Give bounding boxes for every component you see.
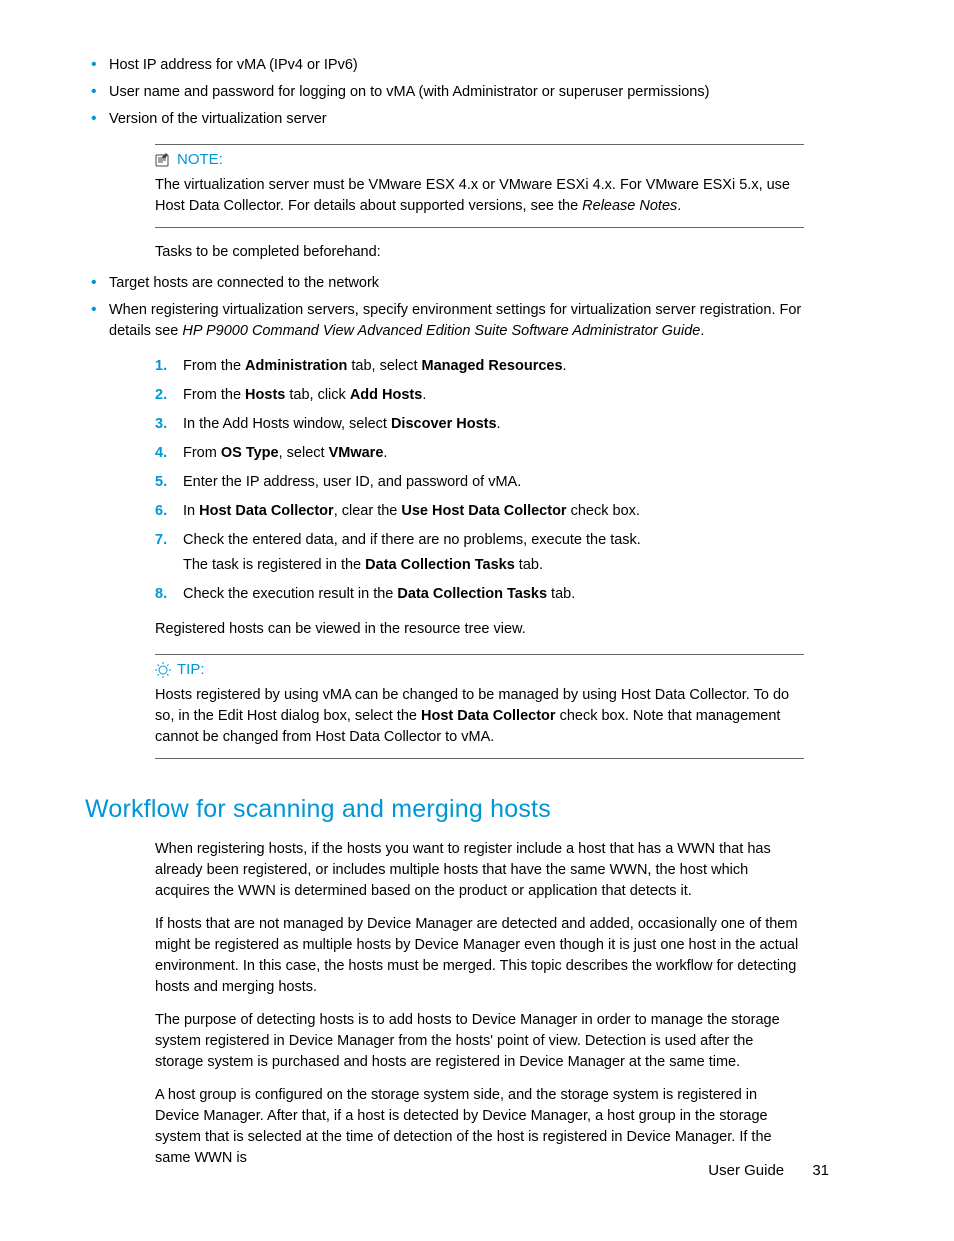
tasks-list: Target hosts are connected to the networ… — [85, 273, 804, 342]
body-paragraph: The purpose of detecting hosts is to add… — [155, 1010, 804, 1073]
after-steps-text: Registered hosts can be viewed in the re… — [155, 619, 804, 640]
page-footer: User Guide 31 — [708, 1160, 829, 1182]
list-item: Version of the virtualization server — [85, 109, 804, 130]
page-number: 31 — [812, 1162, 829, 1179]
note-label: NOTE: — [177, 149, 223, 171]
step-item: From OS Type, select VMware. — [155, 443, 804, 464]
body-paragraph: If hosts that are not managed by Device … — [155, 914, 804, 998]
tip-label: TIP: — [177, 659, 205, 681]
list-item: Target hosts are connected to the networ… — [85, 273, 804, 294]
body-paragraph: A host group is configured on the storag… — [155, 1085, 804, 1169]
list-item: When registering virtualization servers,… — [85, 300, 804, 342]
tip-callout: TIP: Hosts registered by using vMA can b… — [155, 654, 804, 759]
steps-list: From the Administration tab, select Mana… — [155, 356, 804, 605]
step-item: Enter the IP address, user ID, and passw… — [155, 472, 804, 493]
body-paragraph: When registering hosts, if the hosts you… — [155, 839, 804, 902]
note-callout: NOTE: The virtualization server must be … — [155, 144, 804, 228]
tip-icon — [155, 662, 171, 678]
page: Host IP address for vMA (IPv4 or IPv6) U… — [0, 0, 954, 1241]
tip-body: Hosts registered by using vMA can be cha… — [155, 685, 804, 748]
section-title: Workflow for scanning and merging hosts — [85, 791, 804, 827]
note-icon — [155, 153, 171, 167]
step-item: Check the execution result in the Data C… — [155, 584, 804, 605]
footer-label: User Guide — [708, 1162, 784, 1179]
requirements-list: Host IP address for vMA (IPv4 or IPv6) U… — [85, 55, 804, 130]
step-item: Check the entered data, and if there are… — [155, 530, 804, 576]
step-item: From the Administration tab, select Mana… — [155, 356, 804, 377]
step-item: In Host Data Collector, clear the Use Ho… — [155, 501, 804, 522]
tasks-heading: Tasks to be completed beforehand: — [155, 242, 804, 263]
list-item: Host IP address for vMA (IPv4 or IPv6) — [85, 55, 804, 76]
step-item: From the Hosts tab, click Add Hosts. — [155, 385, 804, 406]
list-item: User name and password for logging on to… — [85, 82, 804, 103]
note-body: The virtualization server must be VMware… — [155, 175, 804, 217]
step-item: In the Add Hosts window, select Discover… — [155, 414, 804, 435]
